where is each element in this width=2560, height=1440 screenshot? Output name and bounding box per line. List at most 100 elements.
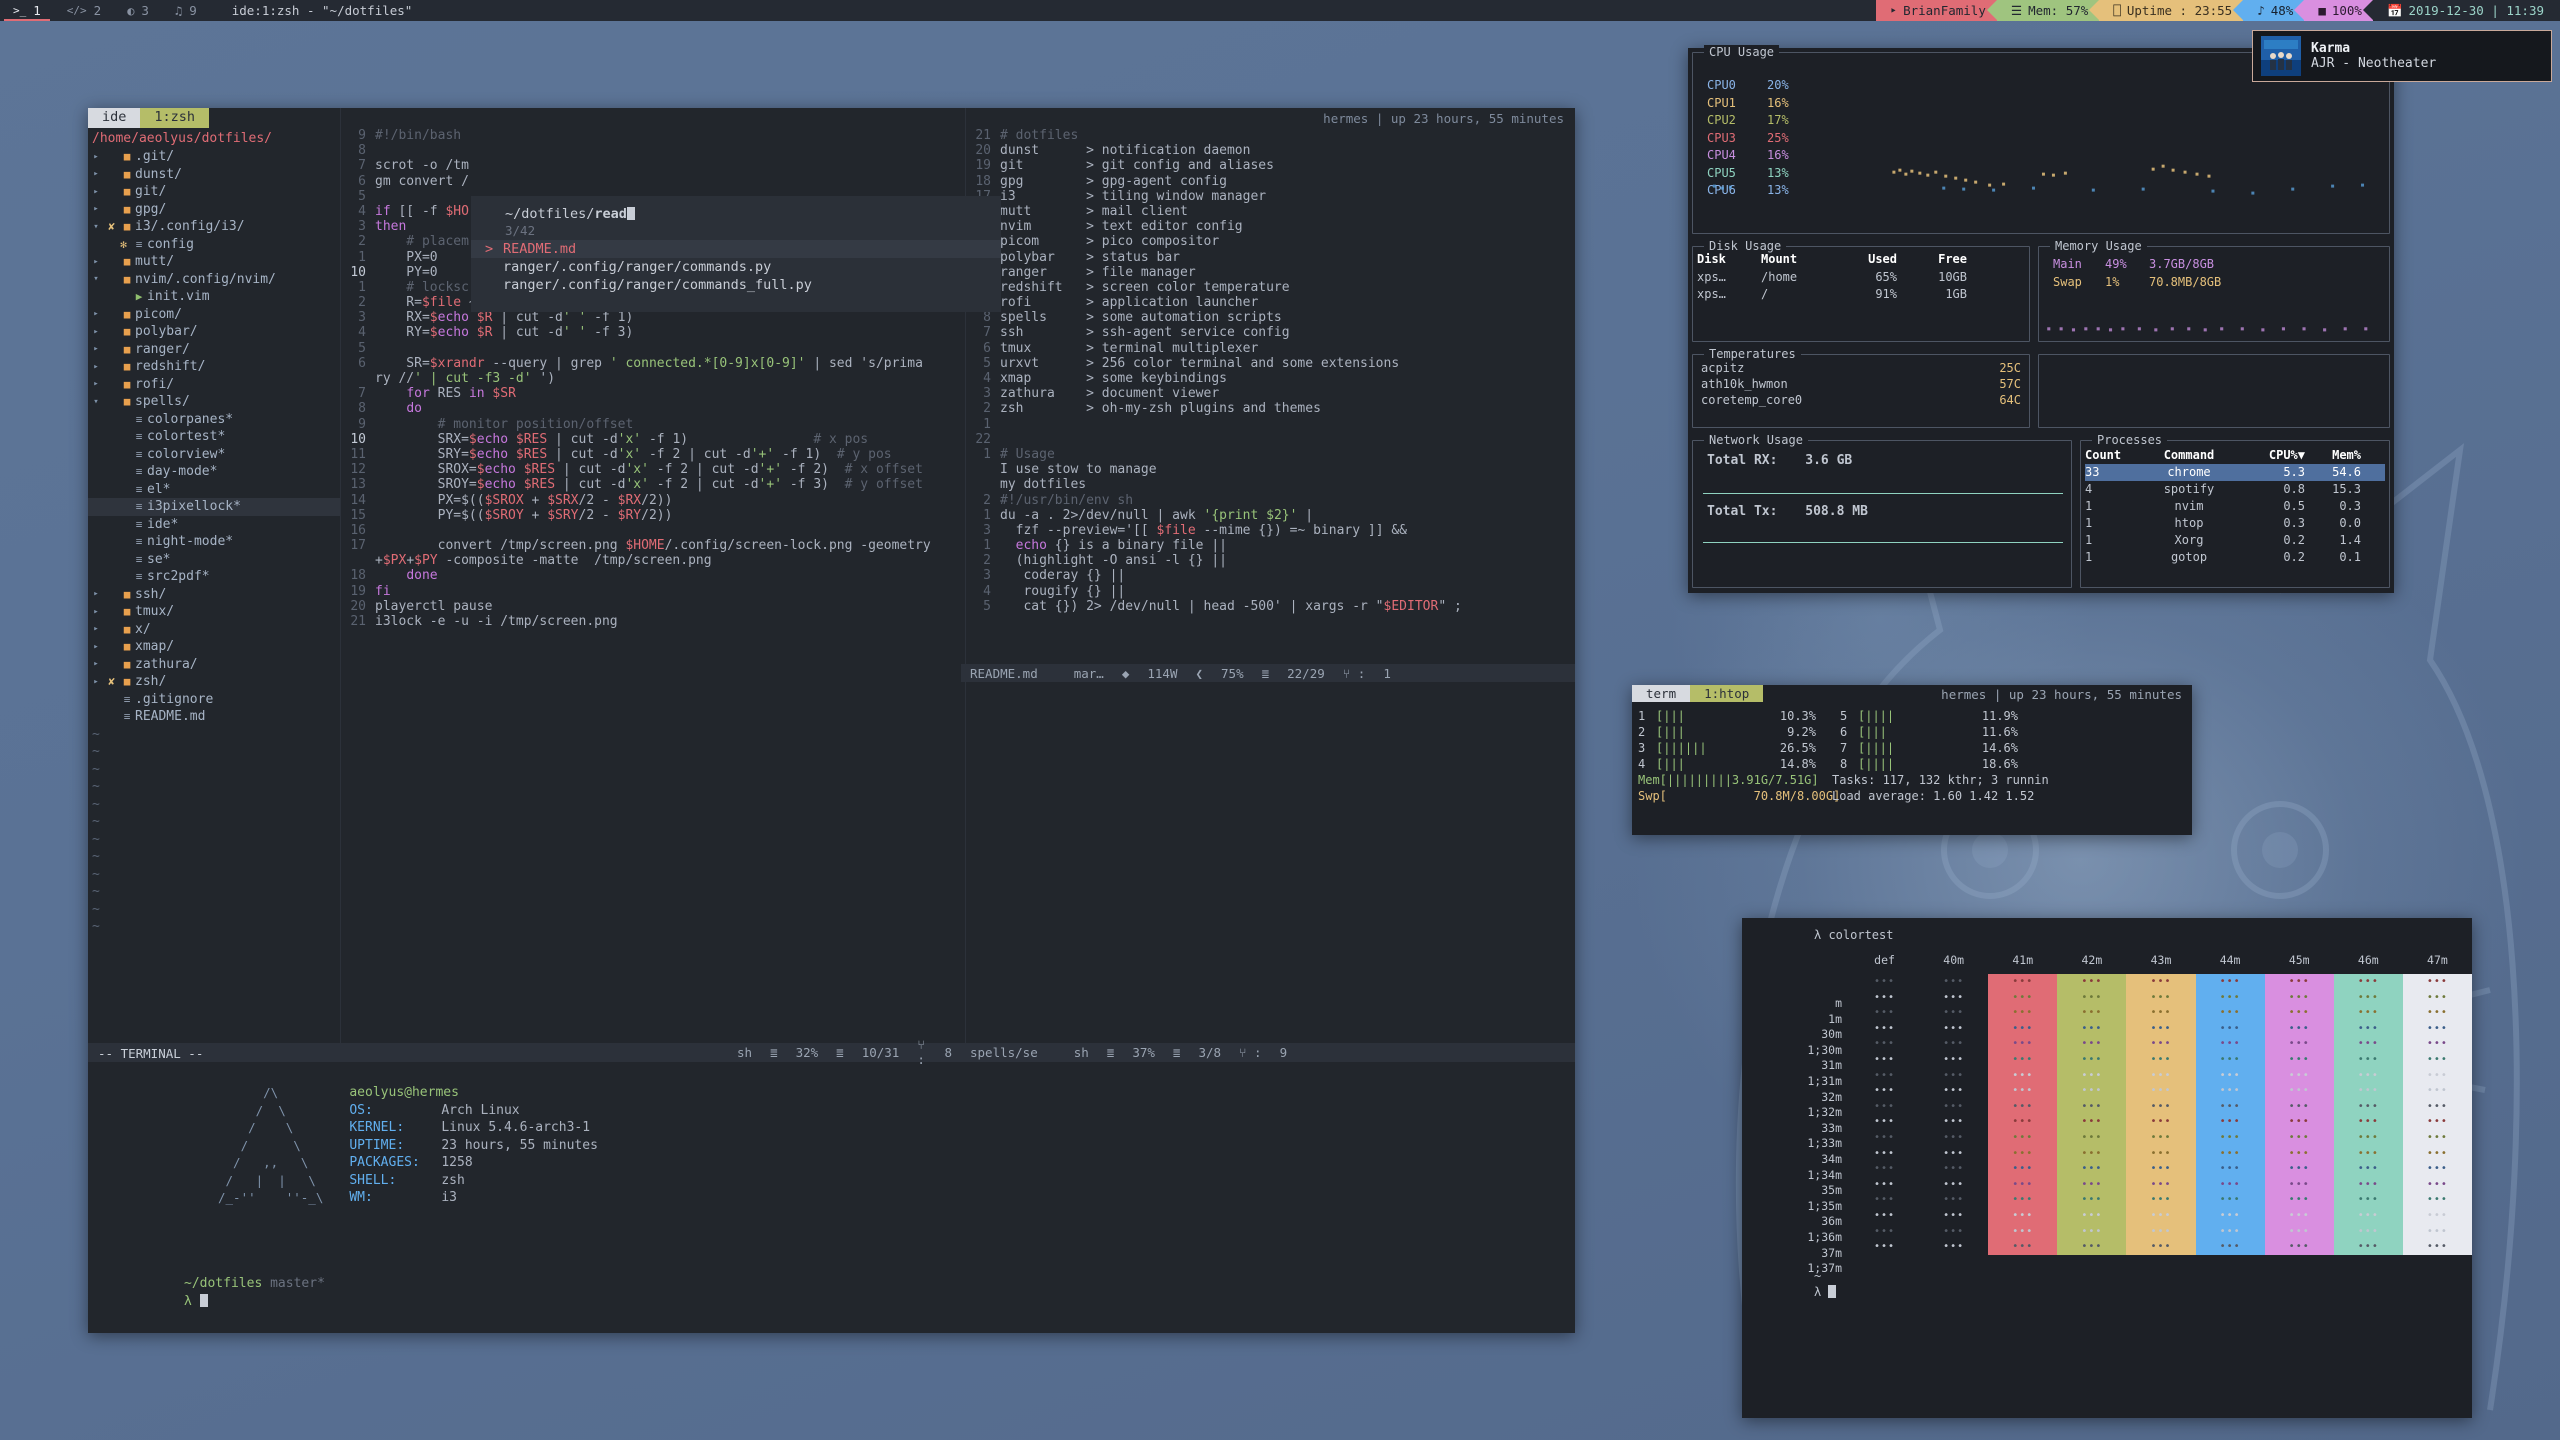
tree-arrow-icon[interactable]: ▸ <box>88 309 104 319</box>
colortest-prompt-end[interactable]: λ <box>1742 1283 2472 1299</box>
nerdtree-item[interactable]: ▸ ■ picom/ <box>88 306 340 324</box>
ide-terminal-section[interactable]: -- TERMINAL -- /\ / \ / \ / \ / ,, \ / |… <box>88 1043 1575 1333</box>
nerdtree-item[interactable]: ▸ ■ rofi/ <box>88 376 340 394</box>
nerdtree-item[interactable]: ▸ ■ redshift/ <box>88 358 340 376</box>
tree-arrow-icon[interactable]: ▸ <box>88 379 104 389</box>
tab-zsh[interactable]: 1:zsh <box>140 108 210 128</box>
htop-tab-htop[interactable]: 1:htop <box>1690 685 1764 702</box>
tree-arrow-icon[interactable]: ▸ <box>88 187 104 197</box>
tree-arrow-icon[interactable]: ▸ <box>88 327 104 337</box>
htop-window[interactable]: term 1:htop hermes | up 23 hours, 55 min… <box>1632 685 2192 835</box>
nerdtree-item[interactable]: ▸ ■ mutt/ <box>88 253 340 271</box>
process-row[interactable]: 4 spotify 0.8 15.3 <box>2085 481 2385 498</box>
right-code-line: 4 rougify {} || <box>966 584 1574 599</box>
nerdtree-item[interactable]: ≡ ide* <box>88 516 340 534</box>
process-row[interactable]: 1 gotop 0.2 0.1 <box>2085 549 2385 566</box>
nerdtree-item[interactable]: ▸ ■ .git/ <box>88 148 340 166</box>
tree-arrow-icon[interactable]: ▾ <box>88 274 104 284</box>
nerdtree-item[interactable]: ▸ ■ zathura/ <box>88 656 340 674</box>
status-datetime[interactable]: 📅 2019-12-30 | 11:39 <box>2362 0 2560 21</box>
nerdtree-item[interactable]: ✻ ≡ config <box>88 236 340 254</box>
nerdtree-item[interactable]: ▸ ■ ssh/ <box>88 586 340 604</box>
nerdtree-item[interactable]: ▸ ■ gpg/ <box>88 201 340 219</box>
tree-arrow-icon[interactable]: ▸ <box>88 169 104 179</box>
tree-arrow-icon[interactable]: ▸ <box>88 257 104 267</box>
nerdtree-item[interactable]: ▸ ■ tmux/ <box>88 603 340 621</box>
process-cell: 33 <box>2085 465 2100 479</box>
workspace-3[interactable]: ◐ 3 <box>114 0 162 21</box>
nerdtree-item[interactable]: ≡ colortest* <box>88 428 340 446</box>
nerdtree-item[interactable]: ≡ el* <box>88 481 340 499</box>
nerdtree-item[interactable]: ▸ ✘ ■ zsh/ <box>88 673 340 691</box>
ide-window[interactable]: ide 1:zsh /home/aeolyus/dotfiles/ ▸ ■ .git… <box>88 108 1575 1333</box>
tree-arrow-icon[interactable]: ▸ <box>88 152 104 162</box>
nerdtree-item[interactable]: ≡ i3pixellock* <box>88 498 340 516</box>
nerdtree-item[interactable]: ▸ ■ git/ <box>88 183 340 201</box>
workspace-2[interactable]: </> 2 <box>54 0 114 21</box>
tree-arrow-icon[interactable]: ▸ <box>88 642 104 652</box>
nerdtree-item[interactable]: ≡ colorview* <box>88 446 340 464</box>
tree-arrow-icon[interactable]: ▸ <box>88 607 104 617</box>
fzf-result-item[interactable]: ranger/.config/ranger/commands.py <box>471 258 1001 276</box>
nerdtree-item[interactable]: ≡ .gitignore <box>88 691 340 709</box>
nerdtree-pane[interactable]: ide 1:zsh /home/aeolyus/dotfiles/ ▸ ■ .git… <box>88 108 341 1043</box>
center-code-line: 14 PX=$(($SROX + $SRX/2 - $RX/2)) <box>341 493 965 508</box>
fzf-result-item[interactable]: ranger/.config/ranger/commands_full.py <box>471 276 1001 294</box>
tree-arrow-icon[interactable]: ▸ <box>88 204 104 214</box>
nerdtree-item[interactable]: ▸ ■ dunst/ <box>88 166 340 184</box>
process-row[interactable]: 1 nvim 0.5 0.3 <box>2085 498 2385 515</box>
process-row[interactable]: 1 Xorg 0.2 1.4 <box>2085 532 2385 549</box>
tree-arrow-icon[interactable]: ▾ <box>88 397 104 407</box>
fzf-result-item[interactable]: > README.md <box>471 240 1001 258</box>
colortest-cell: ••• <box>2357 1225 2379 1237</box>
gotop-window[interactable]: CPU Usage CPU0 20% CPU1 16% CPU2 17% CPU… <box>1688 45 2394 593</box>
tab-ide[interactable]: ide <box>88 108 141 128</box>
process-col-header[interactable]: Count <box>2085 447 2135 464</box>
nerdtree-item[interactable]: ▾ ✘ ■ i3/.config/i3/ <box>88 218 340 236</box>
nerdtree-item[interactable]: ▸ ■ xmap/ <box>88 638 340 656</box>
nerdtree-item[interactable]: ≡ README.md <box>88 708 340 726</box>
colortest-window[interactable]: λ colortest m 1m 30m 1;30m 31m 1;31m 32m 1;32m 3… <box>1742 918 2472 1418</box>
process-col-header[interactable]: Mem% <box>2305 447 2361 464</box>
tree-arrow-icon[interactable]: ▸ <box>88 362 104 372</box>
colortest-cell: ••• <box>2426 1007 2448 1019</box>
workspace-9[interactable]: ♫ 9 <box>162 0 210 21</box>
fzf-result-list[interactable]: > README.md ranger/.config/ranger/commands… <box>471 240 1001 294</box>
status-memory[interactable]: ☰ Mem: 57% <box>1986 0 2100 21</box>
process-table[interactable]: Count Command CPU%▼ Mem% 33 chrome 5.3 54.6 4 spo… <box>2081 441 2389 566</box>
nerdtree-item[interactable]: ▸ ■ polybar/ <box>88 323 340 341</box>
volume-icon: ♪ <box>2257 3 2265 18</box>
editor-center-code: 9 #!/bin/bash 8 7 scrot -o /tm 6 gm convert /5… <box>341 108 965 629</box>
nerdtree-item[interactable]: ≡ colorpanes* <box>88 411 340 429</box>
process-row[interactable]: 33 chrome 5.3 54.6 <box>2085 464 2385 481</box>
nerdtree-item[interactable]: ≡ se* <box>88 551 340 569</box>
nerdtree-item[interactable]: ▾ ■ nvim/.config/nvim/ <box>88 271 340 289</box>
nerdtree-item[interactable]: ▸ ■ ranger/ <box>88 341 340 359</box>
status-wifi[interactable]: ‣ BrianFamily <box>1875 0 1997 21</box>
editor-pane-right[interactable]: hermes | up 23 hours, 55 minutes 21 # dot… <box>966 108 1574 1043</box>
fzf-popup[interactable]: ~/dotfiles/read 3/42 > README.md ranger/.c… <box>471 196 1001 312</box>
htop-tab-term[interactable]: term <box>1632 685 1691 702</box>
music-notification[interactable]: Karma AJR - Neotheater <box>2252 30 2552 82</box>
nerdtree-item[interactable]: ▾ ■ spells/ <box>88 393 340 411</box>
tree-arrow-icon[interactable]: ▸ <box>88 624 104 634</box>
nerdtree-item[interactable]: ≡ night-mode* <box>88 533 340 551</box>
process-col-header[interactable]: Command <box>2135 447 2243 464</box>
nerdtree-item[interactable]: ≡ src2pdf* <box>88 568 340 586</box>
tree-arrow-icon[interactable]: ▸ <box>88 659 104 669</box>
fzf-query[interactable]: ~/dotfiles/read <box>471 202 1001 222</box>
nerdtree-item[interactable]: ▸ ■ x/ <box>88 621 340 639</box>
tree-arrow-icon[interactable]: ▸ <box>88 589 104 599</box>
nerdtree-item[interactable]: ≡ day-mode* <box>88 463 340 481</box>
tree-arrow-icon[interactable]: ▾ <box>88 222 104 232</box>
process-row[interactable]: 1 htop 0.3 0.0 <box>2085 515 2385 532</box>
tree-arrow-icon[interactable]: ▸ <box>88 677 104 687</box>
shell-prompt[interactable]: ~/dotfiles master* λ <box>184 1276 325 1309</box>
workspace-1[interactable]: >_ 1 <box>0 0 54 21</box>
nerdtree-item[interactable]: ▶ init.vim <box>88 288 340 306</box>
tree-arrow-icon[interactable]: ▸ <box>88 344 104 354</box>
process-cell: 4 <box>2085 482 2093 496</box>
status-uptime[interactable]: ⎕ Uptime : 23:55 <box>2089 0 2244 21</box>
processes-box[interactable]: Processes Count Command CPU%▼ Mem% 33 chrome 5… <box>2080 433 2390 588</box>
process-col-header[interactable]: CPU%▼ <box>2243 447 2305 464</box>
